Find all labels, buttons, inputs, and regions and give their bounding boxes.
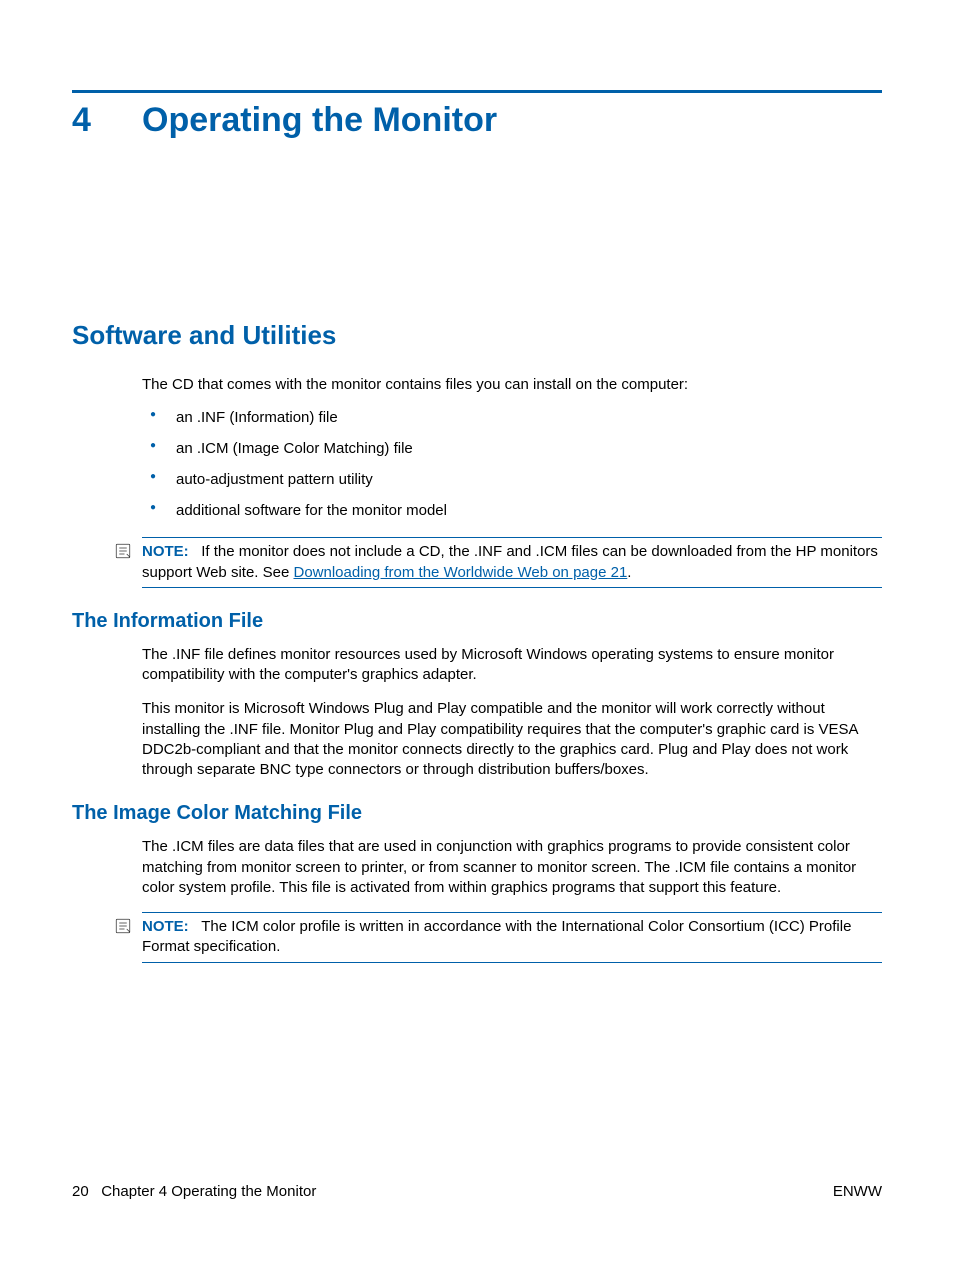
note-link[interactable]: Downloading from the Worldwide Web on pa… (293, 564, 627, 581)
list-item: an .INF (Information) file (142, 409, 882, 426)
note-body-after: . (627, 564, 631, 581)
section3-p1: The .ICM files are data files that are u… (142, 837, 882, 898)
note-icon (114, 542, 132, 560)
note-label: NOTE: (142, 543, 189, 560)
section2-p2: This monitor is Microsoft Windows Plug a… (142, 699, 882, 780)
note-label: NOTE: (142, 918, 189, 935)
footer-right: ENWW (833, 1183, 882, 1200)
list-item: an .ICM (Image Color Matching) file (142, 440, 882, 457)
page-number: 20 (72, 1183, 89, 1200)
list-item: additional software for the monitor mode… (142, 502, 882, 519)
section2-p1: The .INF file defines monitor resources … (142, 645, 882, 686)
chapter-number: 4 (72, 101, 142, 140)
note-block: NOTE: The ICM color profile is written i… (142, 912, 882, 963)
footer-chapter-label: Chapter 4 Operating the Monitor (101, 1183, 316, 1200)
note-icon (114, 917, 132, 935)
section-heading-software: Software and Utilities (72, 320, 882, 351)
chapter-title: 4 Operating the Monitor (72, 101, 882, 140)
note-text: NOTE: The ICM color profile is written i… (142, 917, 882, 958)
chapter-heading-text: Operating the Monitor (142, 101, 497, 140)
footer-left: 20 Chapter 4 Operating the Monitor (72, 1183, 316, 1200)
bullet-list: an .INF (Information) file an .ICM (Imag… (142, 409, 882, 519)
page-footer: 20 Chapter 4 Operating the Monitor ENWW (72, 1183, 882, 1200)
chapter-top-rule (72, 90, 882, 93)
note-text: NOTE: If the monitor does not include a … (142, 542, 882, 583)
list-item: auto-adjustment pattern utility (142, 471, 882, 488)
note-block: NOTE: If the monitor does not include a … (142, 537, 882, 588)
section-heading-icm-file: The Image Color Matching File (72, 802, 882, 825)
section-heading-info-file: The Information File (72, 610, 882, 633)
section1-intro: The CD that comes with the monitor conta… (142, 375, 882, 395)
note-body: The ICM color profile is written in acco… (142, 918, 851, 955)
